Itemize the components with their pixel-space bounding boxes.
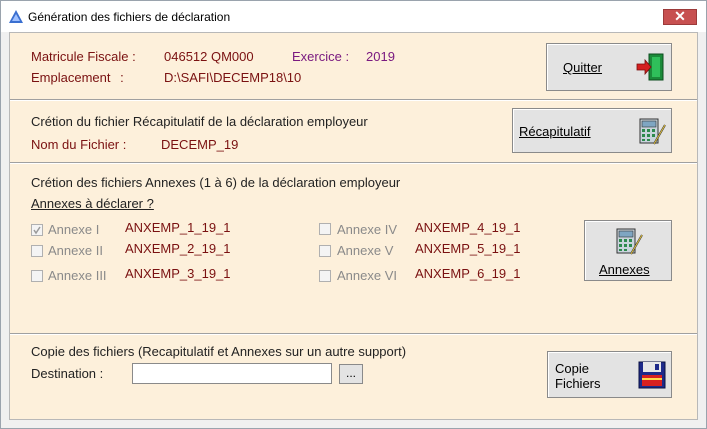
annexe-1-checkbox[interactable] [31, 224, 43, 236]
recap-heading: Crétion du fichier Récapitulatif de la d… [31, 114, 368, 129]
destination-input[interactable] [132, 363, 332, 384]
recap-button[interactable]: Récapitulatif [512, 108, 672, 153]
client-area: Matricule Fiscale : 046512 QM000 Exercic… [9, 32, 698, 420]
separator-3 [10, 333, 697, 335]
exit-door-icon [636, 53, 664, 81]
annexes-button-label: Annexes [599, 262, 650, 277]
annexes-subheading: Annexes à déclarer ? [31, 196, 154, 211]
annexe-6-file: ANXEMP_6_19_1 [415, 266, 521, 281]
matricule-label: Matricule Fiscale : [31, 49, 136, 64]
dialog-window: Génération des fichiers de déclaration ✕… [0, 0, 707, 429]
annexe-3-checkbox[interactable] [31, 270, 43, 282]
app-icon [9, 10, 23, 23]
annexe-4-file: ANXEMP_4_19_1 [415, 220, 521, 235]
file-name-label: Nom du Fichier : [31, 137, 127, 152]
copy-heading: Copie des fichiers (Recapitulatif et Ann… [31, 344, 407, 359]
browse-button[interactable]: ... [339, 364, 363, 384]
annexe-5-checkbox[interactable] [319, 245, 331, 257]
annexe-5-label: Annexe V [337, 243, 394, 258]
annexe-2-checkbox[interactable] [31, 245, 43, 257]
separator-2 [10, 162, 697, 164]
calculator-icon [616, 228, 643, 255]
annexe-3-file: ANXEMP_3_19_1 [125, 266, 231, 281]
annexe-1-file: ANXEMP_1_19_1 [125, 220, 231, 235]
annexes-heading: Crétion des fichiers Annexes (1 à 6) de … [31, 175, 401, 190]
emplacement-value: D:\SAFI\DECEMP18\10 [164, 70, 302, 85]
exercice-value: 2019 [366, 49, 395, 64]
annexe-4-checkbox[interactable] [319, 223, 331, 235]
annexe-6-label: Annexe VI [337, 268, 397, 283]
file-name-value: DECEMP_19 [161, 137, 239, 152]
recap-button-label: Récapitulatif [519, 124, 591, 139]
calculator-icon [639, 118, 666, 145]
annexe-3-label: Annexe III [48, 268, 107, 283]
window-title: Génération des fichiers de déclaration [28, 10, 231, 24]
exercice-label: Exercice : [292, 49, 350, 64]
matricule-value: 046512 QM000 [164, 49, 254, 64]
destination-label: Destination : [31, 366, 104, 381]
annexes-button[interactable]: Annexes [584, 220, 672, 281]
copy-button-line1: Copie [555, 361, 589, 376]
copy-files-button[interactable]: Copie Fichiers [547, 351, 672, 398]
title-bar[interactable]: Génération des fichiers de déclaration ✕ [1, 1, 706, 32]
emplacement-label: Emplacement : [31, 70, 124, 85]
annexe-2-file: ANXEMP_2_19_1 [125, 241, 231, 256]
close-button[interactable]: ✕ [663, 8, 697, 25]
annexe-2-label: Annexe II [48, 243, 103, 258]
annexe-5-file: ANXEMP_5_19_1 [415, 241, 521, 256]
close-icon: ✕ [674, 8, 686, 24]
quit-button-label: Quitter [563, 60, 603, 75]
annexe-4-label: Annexe IV [337, 222, 397, 237]
annexe-1-label: Annexe I [48, 222, 100, 237]
check-icon [33, 226, 41, 235]
annexe-6-checkbox[interactable] [319, 270, 331, 282]
copy-button-line2: Fichiers [555, 376, 601, 391]
separator-1 [10, 99, 697, 101]
quit-button[interactable]: Quitter [546, 43, 672, 91]
floppy-disk-icon [638, 361, 666, 389]
